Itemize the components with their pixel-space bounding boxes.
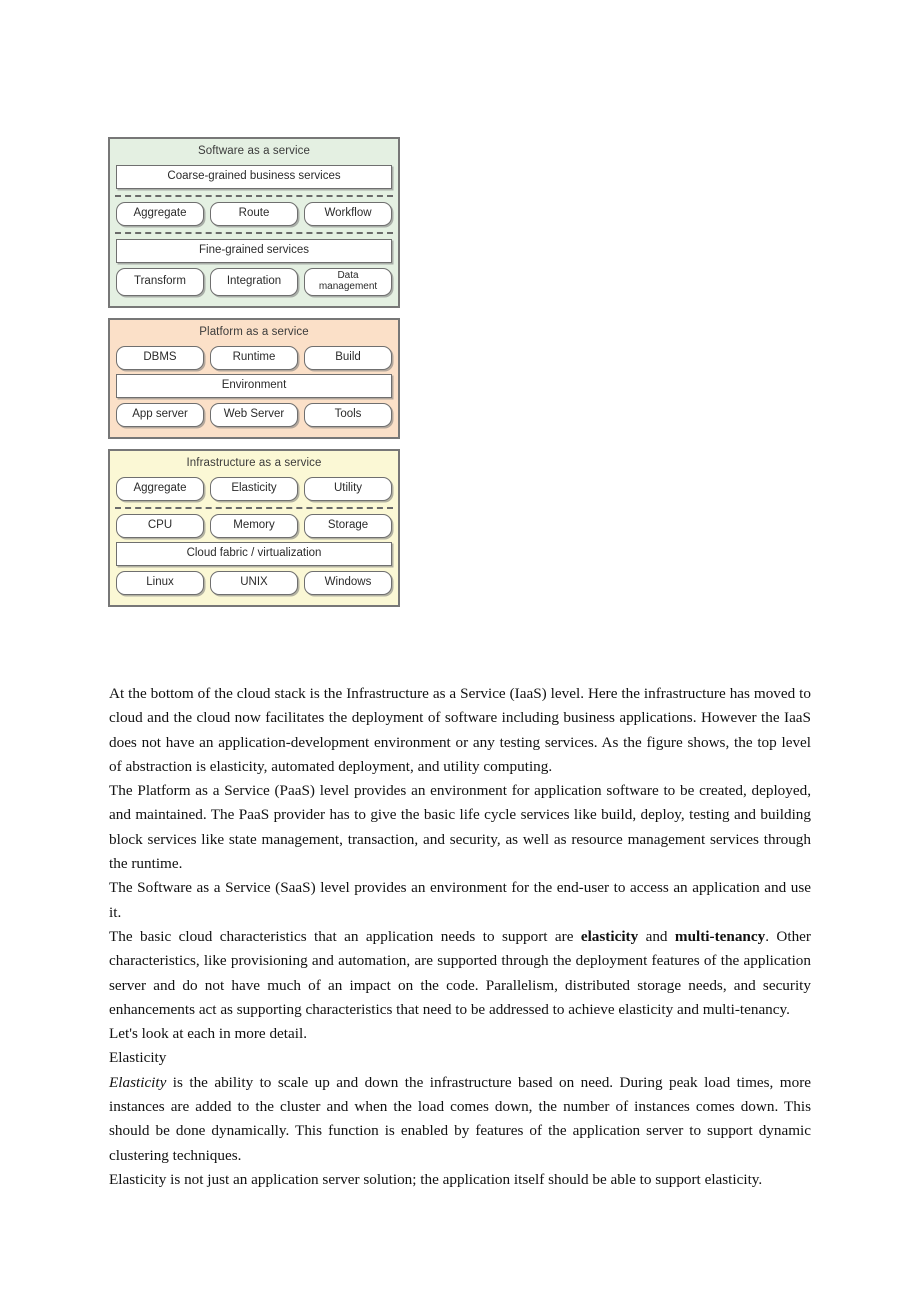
stack-bar: Coarse-grained business services [116,165,392,189]
stack-pill: Integration [210,268,298,296]
stack-block-title-iaas: Infrastructure as a service [186,457,322,469]
stack-pill-row: App server Web Server Tools [116,403,392,427]
stack-block-title-saas: Software as a service [197,145,311,157]
stack-bar: Cloud fabric / virtualization [116,542,392,566]
paragraph-p-elasticity-def: Elasticity is the ability to scale up an… [109,1073,811,1164]
stack-pill: Build [304,346,392,370]
dashed-divider [115,507,393,509]
stack-pill-row: Aggregate Route Workflow [116,202,392,226]
stack-pill: Tools [304,403,392,427]
stack-pill-row: Transform Integration Data management [116,268,392,296]
stack-pill: Web Server [210,403,298,427]
stack-pill: Memory [210,514,298,538]
stack-bar: Environment [116,374,392,398]
document-body-text: At the bottom of the cloud stack is the … [109,682,811,1192]
stack-pill-row: Aggregate Elasticity Utility [116,477,392,501]
stack-pill: Storage [304,514,392,538]
paragraph-p-paas: The Platform as a Service (PaaS) level p… [109,782,811,873]
stack-pill: Runtime [210,346,298,370]
stack-pill: DBMS [116,346,204,370]
stack-pill-row: DBMS Runtime Build [116,346,392,370]
cloud-stack-diagram: Software as a service Coarse-grained busi… [108,137,400,617]
stack-pill: Elasticity [210,477,298,501]
stack-pill: Utility [304,477,392,501]
paragraph-p-iaas: At the bottom of the cloud stack is the … [109,685,811,775]
stack-pill: Windows [304,571,392,595]
stack-bar: Fine-grained services [116,239,392,263]
stack-pill: Workflow [304,202,392,226]
stack-pill: UNIX [210,571,298,595]
stack-block-paas: Platform as a service DBMS Runtime Build Env… [108,318,400,439]
paragraph-p-lets-look: Let's look at each in more detail. [109,1025,307,1043]
stack-pill: CPU [116,514,204,538]
stack-pill: Data management [304,268,392,296]
paragraph-p-elasticity-note: Elasticity is not just an application se… [109,1170,763,1188]
stack-pill: Route [210,202,298,226]
stack-pill: Aggregate [116,202,204,226]
stack-pill-row: CPU Memory Storage [116,514,392,538]
stack-block-iaas: Infrastructure as a service Aggregate Elas… [108,449,400,607]
stack-pill: Aggregate [116,477,204,501]
stack-pill: Transform [116,268,204,296]
stack-pill: Linux [116,571,204,595]
stack-block-title-paas: Platform as a service [199,326,309,338]
paragraph-p-saas: The Software as a Service (SaaS) level p… [109,879,811,921]
paragraph-p-heading-elasticity: Elasticity [109,1049,167,1067]
dashed-divider [115,232,393,234]
dashed-divider [115,195,393,197]
stack-block-saas: Software as a service Coarse-grained busi… [108,137,400,308]
stack-pill-row: Linux UNIX Windows [116,571,392,595]
stack-pill: App server [116,403,204,427]
paragraph-p-characteristics: The basic cloud characteristics that an … [109,927,811,1018]
